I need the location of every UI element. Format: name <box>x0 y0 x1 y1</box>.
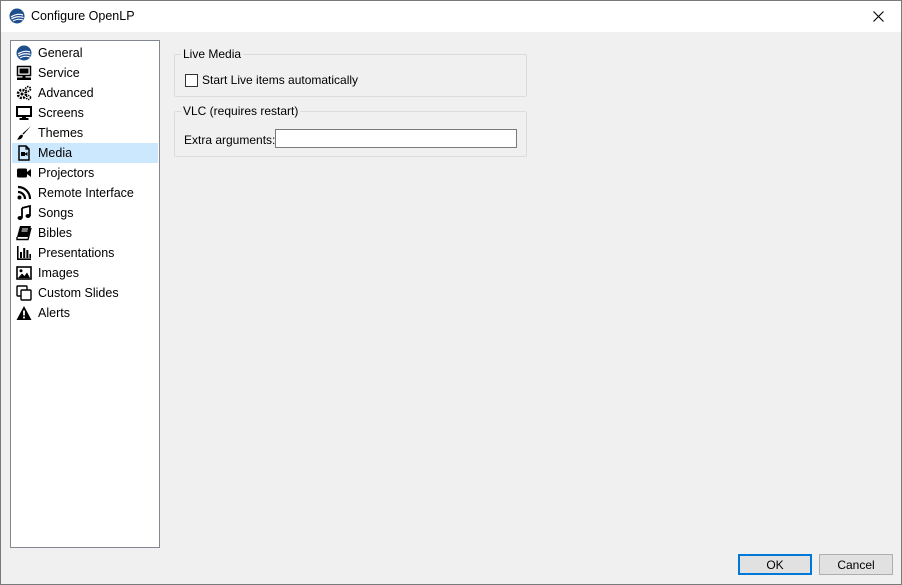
close-button[interactable] <box>855 1 901 32</box>
sidebar-item-service[interactable]: Service <box>12 63 158 83</box>
settings-sidebar: General Service Advanced Screens Themes … <box>10 40 160 548</box>
sidebar-item-screens[interactable]: Screens <box>12 103 158 123</box>
title-bar: Configure OpenLP <box>1 1 901 32</box>
sidebar-item-label: Alerts <box>38 306 70 320</box>
cogs-icon <box>16 85 32 101</box>
sidebar-item-images[interactable]: Images <box>12 263 158 283</box>
window-title: Configure OpenLP <box>31 9 135 23</box>
vlc-group-title: VLC (requires restart) <box>181 104 301 118</box>
sidebar-item-label: Advanced <box>38 86 94 100</box>
warning-icon <box>16 305 32 321</box>
rss-icon <box>16 185 32 201</box>
sidebar-item-label: Custom Slides <box>38 286 119 300</box>
image-icon <box>16 265 32 281</box>
sidebar-item-projectors[interactable]: Projectors <box>12 163 158 183</box>
sidebar-item-label: Media <box>38 146 73 160</box>
ok-button[interactable]: OK <box>738 554 812 575</box>
paintbrush-icon <box>16 125 32 141</box>
openlp-logo-icon <box>9 8 25 24</box>
sidebar-item-themes[interactable]: Themes <box>12 123 158 143</box>
sidebar-item-label: Remote Interface <box>38 186 134 200</box>
sidebar-item-alerts[interactable]: Alerts <box>12 303 158 323</box>
start-live-checkbox[interactable] <box>185 74 198 87</box>
extra-arguments-input[interactable] <box>275 129 517 148</box>
sidebar-item-general[interactable]: General <box>12 43 158 63</box>
openlp-logo-icon <box>16 45 32 61</box>
video-camera-icon <box>16 165 32 181</box>
book-icon <box>16 225 32 241</box>
start-live-label: Start Live items automatically <box>202 73 359 87</box>
sidebar-item-label: Service <box>38 66 80 80</box>
extra-arguments-label: Extra arguments: <box>184 133 276 147</box>
close-icon <box>872 11 884 22</box>
sidebar-item-label: Presentations <box>38 246 115 260</box>
sidebar-item-label: Projectors <box>38 166 95 180</box>
sidebar-item-label: Screens <box>38 106 84 120</box>
copy-icon <box>16 285 32 301</box>
sidebar-item-remote-interface[interactable]: Remote Interface <box>12 183 158 203</box>
sidebar-item-label: General <box>38 46 83 60</box>
sidebar-item-custom-slides[interactable]: Custom Slides <box>12 283 158 303</box>
media-file-icon <box>16 145 32 161</box>
sidebar-item-label: Themes <box>38 126 84 140</box>
live-media-group: Live Media Start Live items automaticall… <box>174 47 527 97</box>
configure-dialog: Configure OpenLP General Service Advance… <box>0 0 902 585</box>
sidebar-item-label: Images <box>38 266 79 280</box>
sidebar-item-media[interactable]: Media <box>12 143 158 163</box>
bar-chart-icon <box>16 245 32 261</box>
sidebar-item-bibles[interactable]: Bibles <box>12 223 158 243</box>
service-icon <box>16 65 32 81</box>
sidebar-item-label: Songs <box>38 206 74 220</box>
live-media-group-title: Live Media <box>181 47 244 61</box>
cancel-button[interactable]: Cancel <box>819 554 893 575</box>
sidebar-item-songs[interactable]: Songs <box>12 203 158 223</box>
sidebar-item-label: Bibles <box>38 226 73 240</box>
monitor-icon <box>16 105 32 121</box>
music-note-icon <box>16 205 32 221</box>
vlc-group: VLC (requires restart) Extra arguments: <box>174 104 527 157</box>
sidebar-item-presentations[interactable]: Presentations <box>12 243 158 263</box>
sidebar-item-advanced[interactable]: Advanced <box>12 83 158 103</box>
